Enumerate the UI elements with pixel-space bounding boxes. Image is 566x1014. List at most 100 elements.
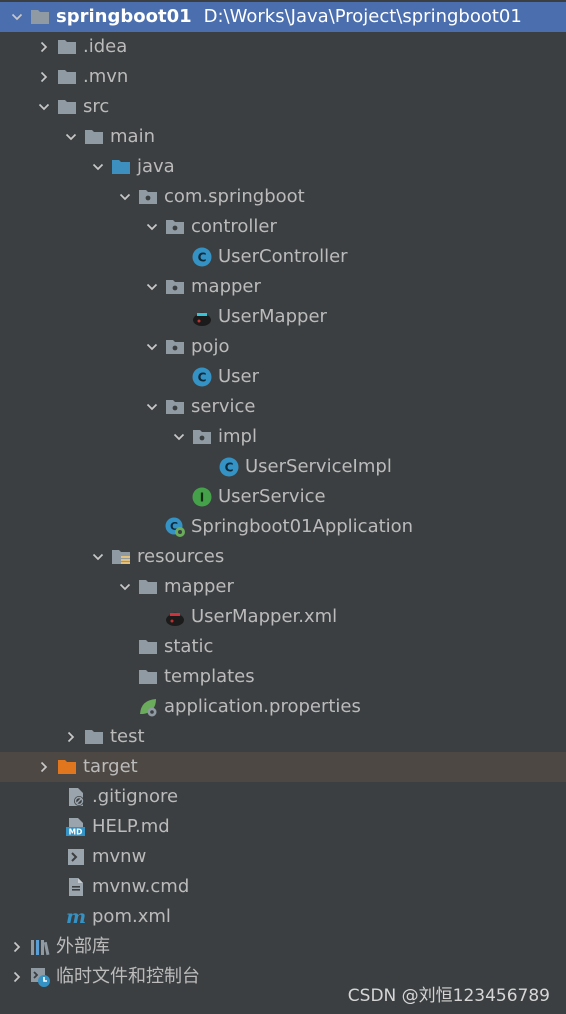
spring-boot-app-icon [163, 515, 187, 539]
tree-node-label: UserServiceImpl [245, 456, 392, 477]
tree-node-label: 临时文件和控制台 [56, 966, 200, 987]
tree-node-label: pom.xml [92, 906, 171, 927]
tree-node-mvn[interactable]: .mvn [0, 62, 566, 92]
chevron-right-icon[interactable] [33, 62, 55, 92]
tree-node-application-class[interactable]: Springboot01Application [0, 512, 566, 542]
chevron-down-icon[interactable] [141, 212, 163, 242]
tree-node-label: main [110, 126, 155, 147]
tree-node-label: service [191, 396, 256, 417]
mybatis-xml-icon [163, 605, 187, 629]
tree-node-application-properties[interactable]: application.properties [0, 692, 566, 722]
tree-node-label: impl [218, 426, 257, 447]
tree-node-service[interactable]: service [0, 392, 566, 422]
watermark-text: CSDN @刘恒123456789 [347, 986, 550, 1006]
tree-node-src[interactable]: src [0, 92, 566, 122]
class-icon [190, 245, 214, 269]
tree-node-target[interactable]: target [0, 752, 566, 782]
chevron-right-icon[interactable] [60, 722, 82, 752]
tree-node-user-controller[interactable]: UserController [0, 242, 566, 272]
tree-node-controller[interactable]: controller [0, 212, 566, 242]
tree-node-label: resources [137, 546, 225, 567]
text-file-icon [64, 875, 88, 899]
chevron-down-icon[interactable] [114, 182, 136, 212]
gitignore-file-icon [64, 785, 88, 809]
chevron-down-icon[interactable] [33, 92, 55, 122]
module-folder-icon [28, 5, 52, 29]
tree-node-main[interactable]: main [0, 122, 566, 152]
tree-node-user-mapper[interactable]: UserMapper [0, 302, 566, 332]
chevron-down-icon[interactable] [141, 332, 163, 362]
shell-script-icon [64, 845, 88, 869]
tree-node-idea[interactable]: .idea [0, 32, 566, 62]
tree-node-gitignore[interactable]: .gitignore [0, 782, 566, 812]
tree-node-label: .gitignore [92, 786, 179, 807]
chevron-down-icon[interactable] [141, 392, 163, 422]
tree-node-user-service-impl[interactable]: UserServiceImpl [0, 452, 566, 482]
folder-icon [136, 635, 160, 659]
tree-node-pojo[interactable]: pojo [0, 332, 566, 362]
chevron-right-icon[interactable] [6, 932, 28, 962]
tree-node-label: java [137, 156, 175, 177]
mybatis-icon [190, 305, 214, 329]
tree-node-label: application.properties [164, 696, 361, 717]
tree-node-label: Springboot01Application [191, 516, 414, 537]
tree-node-external-libraries[interactable]: 外部库 [0, 932, 566, 962]
chevron-down-icon[interactable] [87, 152, 109, 182]
tree-node-test[interactable]: test [0, 722, 566, 752]
tree-node-mapper-package[interactable]: mapper [0, 272, 566, 302]
chevron-down-icon[interactable] [114, 572, 136, 602]
resources-folder-icon [109, 545, 133, 569]
tree-node-resources[interactable]: resources [0, 542, 566, 572]
folder-icon [136, 665, 160, 689]
tree-node-pom[interactable]: pom.xml [0, 902, 566, 932]
interface-icon [190, 485, 214, 509]
tree-node-label: templates [164, 666, 255, 687]
source-folder-icon [109, 155, 133, 179]
chevron-down-icon[interactable] [168, 422, 190, 452]
project-name: springboot01 [56, 6, 192, 27]
scratches-icon [28, 965, 52, 989]
tree-node-help-md[interactable]: HELP.md [0, 812, 566, 842]
tree-node-label: User [218, 366, 260, 387]
tree-node-label: 外部库 [56, 936, 110, 957]
tree-node-label: target [83, 756, 138, 777]
tree-node-impl[interactable]: impl [0, 422, 566, 452]
folder-icon [136, 575, 160, 599]
tree-node-user[interactable]: User [0, 362, 566, 392]
maven-icon [64, 905, 88, 929]
tree-node-label: mvnw [92, 846, 147, 867]
tree-node-user-service[interactable]: UserService [0, 482, 566, 512]
chevron-right-icon[interactable] [33, 752, 55, 782]
tree-node-java[interactable]: java [0, 152, 566, 182]
folder-icon [55, 95, 79, 119]
tree-node-project-root[interactable]: springboot01 D:\Works\Java\Project\sprin… [0, 2, 566, 32]
package-icon [190, 425, 214, 449]
libraries-icon [28, 935, 52, 959]
tree-node-mvnw-cmd[interactable]: mvnw.cmd [0, 872, 566, 902]
tree-node-templates[interactable]: templates [0, 662, 566, 692]
package-icon [163, 275, 187, 299]
tree-node-label: mapper [164, 576, 234, 597]
tree-node-mvnw[interactable]: mvnw [0, 842, 566, 872]
chevron-down-icon[interactable] [60, 122, 82, 152]
tree-node-label: .mvn [83, 66, 129, 87]
tree-node-label: pojo [191, 336, 230, 357]
tree-node-resources-mapper[interactable]: mapper [0, 572, 566, 602]
tree-node-label: mvnw.cmd [92, 876, 190, 897]
chevron-down-icon[interactable] [87, 542, 109, 572]
folder-icon [55, 65, 79, 89]
project-tree: springboot01 D:\Works\Java\Project\sprin… [0, 2, 566, 992]
project-path: D:\Works\Java\Project\springboot01 [203, 6, 522, 27]
tree-node-static[interactable]: static [0, 632, 566, 662]
chevron-down-icon[interactable] [141, 272, 163, 302]
chevron-right-icon[interactable] [33, 32, 55, 62]
tree-node-package-root[interactable]: com.springboot [0, 182, 566, 212]
package-icon [163, 395, 187, 419]
chevron-right-icon[interactable] [6, 962, 28, 992]
class-icon [190, 365, 214, 389]
excluded-folder-icon [55, 755, 79, 779]
tree-node-user-mapper-xml[interactable]: UserMapper.xml [0, 602, 566, 632]
chevron-down-icon[interactable] [6, 2, 28, 32]
folder-icon [82, 725, 106, 749]
folder-icon [55, 35, 79, 59]
